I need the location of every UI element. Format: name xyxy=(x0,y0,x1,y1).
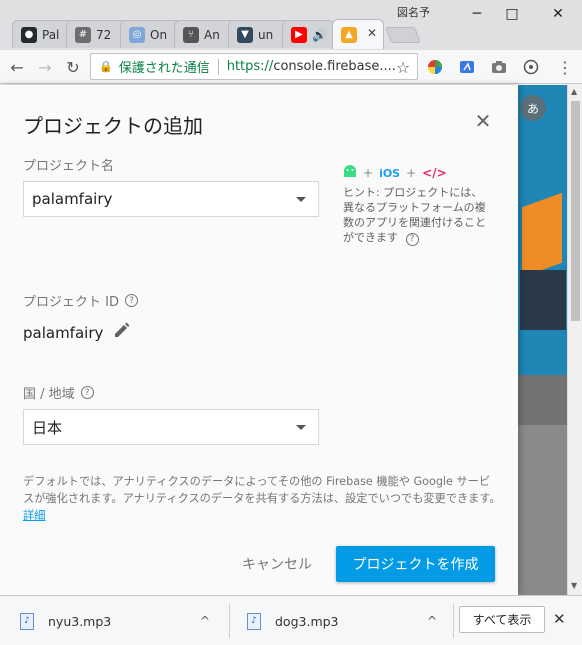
forward-button[interactable]: → xyxy=(34,56,56,78)
audio-icon: 🔊 xyxy=(312,27,327,42)
vue-icon: ▼ xyxy=(237,26,253,43)
download-item[interactable]: ♪ dog3.mp3 ^ xyxy=(247,596,447,645)
decor-code-shape xyxy=(520,270,566,330)
project-name-input[interactable]: palamfairy xyxy=(23,181,319,217)
page-content-area xyxy=(518,425,568,595)
youtube-icon: ▶ xyxy=(291,26,307,43)
project-name-label: プロジェクト名 xyxy=(23,155,114,174)
analytics-note-text: デフォルトでは、アナリティクスのデータによってその他の Firebase 機能や… xyxy=(23,475,501,505)
lock-icon: 🔒 xyxy=(99,60,113,73)
maximize-button[interactable]: □ xyxy=(495,0,529,28)
region-value: 日本 xyxy=(32,418,63,437)
scroll-down-icon[interactable]: ▼ xyxy=(571,581,577,590)
minimize-button[interactable]: ─ xyxy=(460,0,494,28)
url-text: https://console.firebase.... xyxy=(227,59,396,74)
tab-strip: 図名予 ─ □ ✕ ● Pal # 72 ◎ On ⑂ An ▼ un ▶ 🔊 … xyxy=(0,0,582,50)
edit-pencil-icon[interactable] xyxy=(113,321,131,344)
project-id-label: プロジェクト ID ? xyxy=(23,291,138,310)
color-wheel-extension-icon[interactable] xyxy=(424,56,446,78)
region-select[interactable]: 日本 xyxy=(23,409,319,445)
chat-extension-icon[interactable] xyxy=(520,56,542,78)
project-id-value: palamfairy xyxy=(23,323,104,342)
bookmark-star-icon[interactable]: ☆ xyxy=(392,56,414,78)
chevron-down-icon[interactable] xyxy=(296,197,306,202)
plus-sign: + xyxy=(363,165,374,180)
help-icon[interactable]: ? xyxy=(405,233,419,246)
address-bar[interactable]: 🔒 保護された通信 https://console.firebase.... xyxy=(90,53,418,80)
profile-name[interactable]: 図名予 xyxy=(397,4,430,20)
tab-youtube[interactable]: ▶ 🔊 xyxy=(282,20,334,48)
tab-label: Pal xyxy=(42,27,60,42)
add-project-dialog: プロジェクトの追加 ✕ プロジェクト名 palamfairy + iOS + <… xyxy=(0,85,518,595)
help-icon[interactable]: ? xyxy=(124,294,138,307)
camera-extension-icon[interactable] xyxy=(488,56,510,78)
chevron-up-icon[interactable]: ^ xyxy=(427,614,437,628)
back-button[interactable]: ← xyxy=(6,56,28,78)
menu-icon[interactable]: ⋮ xyxy=(554,56,576,78)
web-code-icon: </> xyxy=(422,165,447,180)
shelf-close-icon[interactable]: ✕ xyxy=(553,610,566,628)
tab-label: un xyxy=(258,27,274,42)
divider xyxy=(453,604,454,638)
new-tab-button[interactable] xyxy=(385,27,421,43)
audio-file-icon: ♪ xyxy=(247,612,261,630)
github-icon: ● xyxy=(21,26,37,43)
decor-shape xyxy=(522,192,562,278)
audio-file-icon: ♪ xyxy=(20,612,34,630)
url-host: console.firebase.... xyxy=(273,59,396,74)
show-all-downloads-button[interactable]: すべて表示 xyxy=(459,606,545,633)
android-icon xyxy=(343,165,357,181)
ios-icon: iOS xyxy=(379,166,401,180)
tab-label: An xyxy=(204,27,220,42)
region-label-text: 国 / 地域 xyxy=(23,387,75,402)
platform-icons: + iOS + </> xyxy=(343,165,493,181)
divider xyxy=(217,58,219,75)
scroll-up-icon[interactable]: ▲ xyxy=(571,87,577,96)
page-scrollbar[interactable]: ▲ ▼ xyxy=(567,85,582,595)
branch-icon: ⑂ xyxy=(183,26,199,43)
scrollbar-thumb[interactable] xyxy=(571,101,580,321)
project-name-value: palamfairy xyxy=(32,190,113,208)
tab-slack[interactable]: # 72 xyxy=(66,20,128,48)
slack-icon: # xyxy=(75,26,91,43)
tab-firebase-active[interactable]: ▲ ✕ xyxy=(332,19,384,49)
dialog-close-icon[interactable]: ✕ xyxy=(472,109,494,133)
project-name-label-text: プロジェクト名 xyxy=(23,159,115,174)
download-filename: dog3.mp3 xyxy=(275,613,339,629)
tab-label: On xyxy=(150,27,168,42)
circle-app-icon: ◎ xyxy=(129,26,145,43)
plus-sign: + xyxy=(406,165,417,180)
divider xyxy=(229,604,230,638)
tab-close-icon[interactable]: ✕ xyxy=(367,26,377,40)
dialog-title: プロジェクトの追加 xyxy=(23,114,203,138)
download-item[interactable]: ♪ nyu3.mp3 ^ xyxy=(20,596,220,645)
url-scheme: https:// xyxy=(226,59,274,74)
project-id-label-text: プロジェクト ID xyxy=(23,295,119,310)
tab-vue[interactable]: ▼ un xyxy=(228,20,290,48)
window-close-button[interactable]: ✕ xyxy=(541,0,575,28)
download-shelf: ♪ nyu3.mp3 ^ ♪ dog3.mp3 ^ すべて表示 ✕ xyxy=(0,595,582,645)
reload-button[interactable]: ↻ xyxy=(62,56,84,78)
secure-label: 保護された通信 xyxy=(118,61,210,76)
avatar[interactable]: あ xyxy=(520,95,546,121)
create-project-button[interactable]: プロジェクトを作成 xyxy=(336,546,495,582)
firebase-icon: ▲ xyxy=(341,26,357,43)
platform-hint: + iOS + </> ヒント: プロジェクトには、異なるプラットフォームの複数… xyxy=(343,165,493,246)
tab-on[interactable]: ◎ On xyxy=(120,20,182,48)
project-id-display: palamfairy xyxy=(23,321,131,344)
help-icon[interactable]: ? xyxy=(80,386,94,399)
analytics-note: デフォルトでは、アナリティクスのデータによってその他の Firebase 機能や… xyxy=(23,473,501,524)
chevron-down-icon[interactable] xyxy=(296,425,306,430)
browser-toolbar: ← → ↻ 🔒 保護された通信 https://console.firebase… xyxy=(0,50,582,84)
translate-extension-icon[interactable] xyxy=(456,56,478,78)
cancel-button[interactable]: キャンセル xyxy=(232,546,322,582)
download-filename: nyu3.mp3 xyxy=(48,613,112,629)
region-label: 国 / 地域 ? xyxy=(23,383,94,402)
tab-github[interactable]: ● Pal xyxy=(12,20,74,48)
details-link[interactable]: 詳細 xyxy=(23,509,45,522)
tab-label: 72 xyxy=(96,27,112,42)
browser-window: 図名予 ─ □ ✕ ● Pal # 72 ◎ On ⑂ An ▼ un ▶ 🔊 … xyxy=(0,0,582,645)
tab-an[interactable]: ⑂ An xyxy=(174,20,236,48)
chevron-up-icon[interactable]: ^ xyxy=(200,614,210,628)
